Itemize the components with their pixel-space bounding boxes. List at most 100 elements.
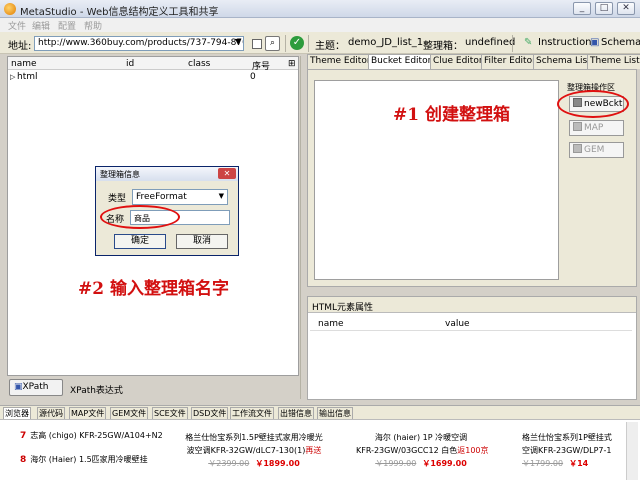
topic-label: 主题： [315,41,345,52]
product-model[interactable]: 波空调KFR-32GW/dLC7-130(1) [187,446,306,455]
product-promo: 再送 [305,446,322,455]
ok-check-icon[interactable]: ✓ [290,36,304,50]
annotation-step1: #1 创建整理箱 [393,105,510,125]
maximize-button[interactable]: □ [595,2,613,15]
title-bar: MetaStudio - Web信息结构定义工具和共享 _ □ ✕ [0,0,640,18]
bucket-label: 整理箱： [423,41,463,52]
product-title[interactable]: 海尔 (haier) 1P 冷暖空调 [356,431,486,444]
tree-row-name: html [17,72,38,82]
menu-file[interactable]: 文件 [8,19,26,32]
chevron-down-icon[interactable]: ▼ [235,37,241,46]
attr-column-value[interactable]: value [445,319,470,329]
highlight-ring-newbckt [557,90,629,118]
xpath-expression-label: XPath表达式 [70,386,123,396]
ok-button[interactable]: 确定 [114,234,166,249]
new-price: ￥1699.00 [422,459,467,468]
gem-label: GEM [584,145,605,155]
map-label: MAP [584,123,604,133]
rank-number: 7 [20,431,27,441]
html-attributes-panel: HTML元素属性 name value [307,296,637,400]
list-item[interactable]: 8 海尔 (Haier) 1.5匹家用冷暖壁挂 [20,454,148,465]
product-title[interactable]: 格兰仕怡宝系列1P壁挂式 [522,431,626,444]
address-input[interactable]: http://www.360buy.com/products/737-794-8… [34,36,244,51]
browser-scrollbar[interactable] [626,422,638,480]
rank-number: 8 [20,455,27,465]
tab-theme-editor[interactable]: Theme Editor [307,54,374,69]
column-class[interactable]: class [188,59,210,69]
cancel-button[interactable]: 取消 [176,234,228,249]
browser-view[interactable]: 7 志高 (chigo) KFR-25GW/A104+N2 8 海尔 (Haier)… [0,419,640,481]
tab-bucket-editor[interactable]: Bucket Editor [368,54,435,70]
tab-theme-list[interactable]: Theme List [587,54,640,69]
product-title[interactable]: 格兰仕怡宝系列1.5P壁挂式家用冷暖光 [176,431,332,444]
menu-config[interactable]: 配置 [58,19,76,32]
column-seq[interactable]: 序号 [252,59,270,72]
menu-edit[interactable]: 编辑 [32,19,50,32]
xpath-icon: ▣ [14,382,23,392]
dom-tree-header: name id class 序号 ⊞ [8,57,298,72]
address-label: 地址: [8,41,32,52]
address-checkbox[interactable] [252,39,262,49]
old-price: ￥2399.00 [208,459,250,468]
toolbar-divider [285,35,286,52]
toolbar-divider [308,35,309,52]
type-label: 类型 [108,194,127,204]
product-card[interactable]: 格兰仕怡宝系列1.5P壁挂式家用冷暖光 波空调KFR-32GW/dLC7-130… [176,431,332,470]
type-select-value: FreeFormat [136,192,187,202]
bottom-tabs: 浏览器 源代码 MAP文件 GEM文件 SCE文件 DSD文件 工作流文件 出错… [0,405,640,420]
rank-text[interactable]: 志高 (chigo) KFR-25GW/A104+N2 [30,431,162,440]
rank-text[interactable]: 海尔 (Haier) 1.5匹家用冷暖壁挂 [30,455,147,464]
column-picker-icon[interactable]: ⊞ [288,59,296,69]
column-name[interactable]: name [11,59,37,69]
old-price: ￥1999.00 [375,459,417,468]
attr-column-name[interactable]: name [318,319,344,329]
save-icon: ▣ [590,37,600,48]
tab-schema-list[interactable]: Schema List [533,54,594,69]
topic-value: demo_JD_list_1 [348,37,424,48]
new-price: ￥1899.00 [255,459,300,468]
dialog-title: 整理箱信息 [96,167,238,181]
tree-row[interactable]: ▷ html 0 [8,72,298,84]
vertical-splitter[interactable] [300,56,304,399]
map-button[interactable]: MAP [569,120,624,136]
new-price: ￥14 [569,459,589,468]
bucket-value: undefined [465,37,516,48]
xpath-button[interactable]: ▣XPath [9,379,63,396]
product-model[interactable]: 空调KFR-23GW/DLP7-1 [522,446,611,455]
product-promo: 返100京 [457,446,489,455]
product-model[interactable]: KFR-23GW/03GCC12 白色 [356,446,457,455]
close-button[interactable]: ✕ [617,2,635,15]
instruction-icon: ✎ [524,37,533,48]
toolbar-divider [512,35,513,52]
chevron-down-icon: ▼ [218,192,224,200]
menu-help[interactable]: 帮助 [84,19,102,32]
type-select[interactable]: FreeFormat ▼ [132,189,228,205]
editor-tabs: Theme Editor Bucket Editor Clue Editor F… [307,54,640,70]
dialog-close-button[interactable]: ✕ [218,168,236,179]
column-id[interactable]: id [126,59,134,69]
html-attributes-header: name value [310,317,632,331]
toolbar: 地址: http://www.360buy.com/products/737-7… [0,32,640,54]
capture-icon[interactable]: ⌕ [265,36,280,51]
tab-filter-editor[interactable]: Filter Editor [481,54,539,69]
annotation-step2: #2 输入整理箱名字 [78,279,229,299]
window-title: MetaStudio - Web信息结构定义工具和共享 [20,7,219,18]
tab-clue-editor[interactable]: Clue Editor [430,54,486,69]
highlight-ring-name [100,205,180,229]
gem-icon [573,144,582,153]
instruction-button[interactable]: Instruction [538,37,592,48]
xpath-button-label: XPath [22,382,49,392]
gem-button[interactable]: GEM [569,142,624,158]
horizontal-splitter[interactable] [307,289,637,294]
product-card[interactable]: 海尔 (haier) 1P 冷暖空调 KFR-23GW/03GCC12 白色返1… [356,431,489,470]
xpath-bar: ▣XPath XPath表达式 [7,378,299,398]
minimize-button[interactable]: _ [573,2,591,15]
expand-icon[interactable]: ▷ [10,73,15,81]
html-attributes-title: HTML元素属性 [308,297,636,313]
menu-bar: 文件 编辑 配置 帮助 [0,18,640,32]
list-item[interactable]: 7 志高 (chigo) KFR-25GW/A104+N2 [20,430,163,441]
product-card[interactable]: 格兰仕怡宝系列1P壁挂式 空调KFR-23GW/DLP7-1 ￥1799.00 ￥… [522,431,626,470]
schema-button[interactable]: Schema [601,37,640,48]
tree-row-seq: 0 [250,72,256,82]
app-icon [4,3,16,15]
